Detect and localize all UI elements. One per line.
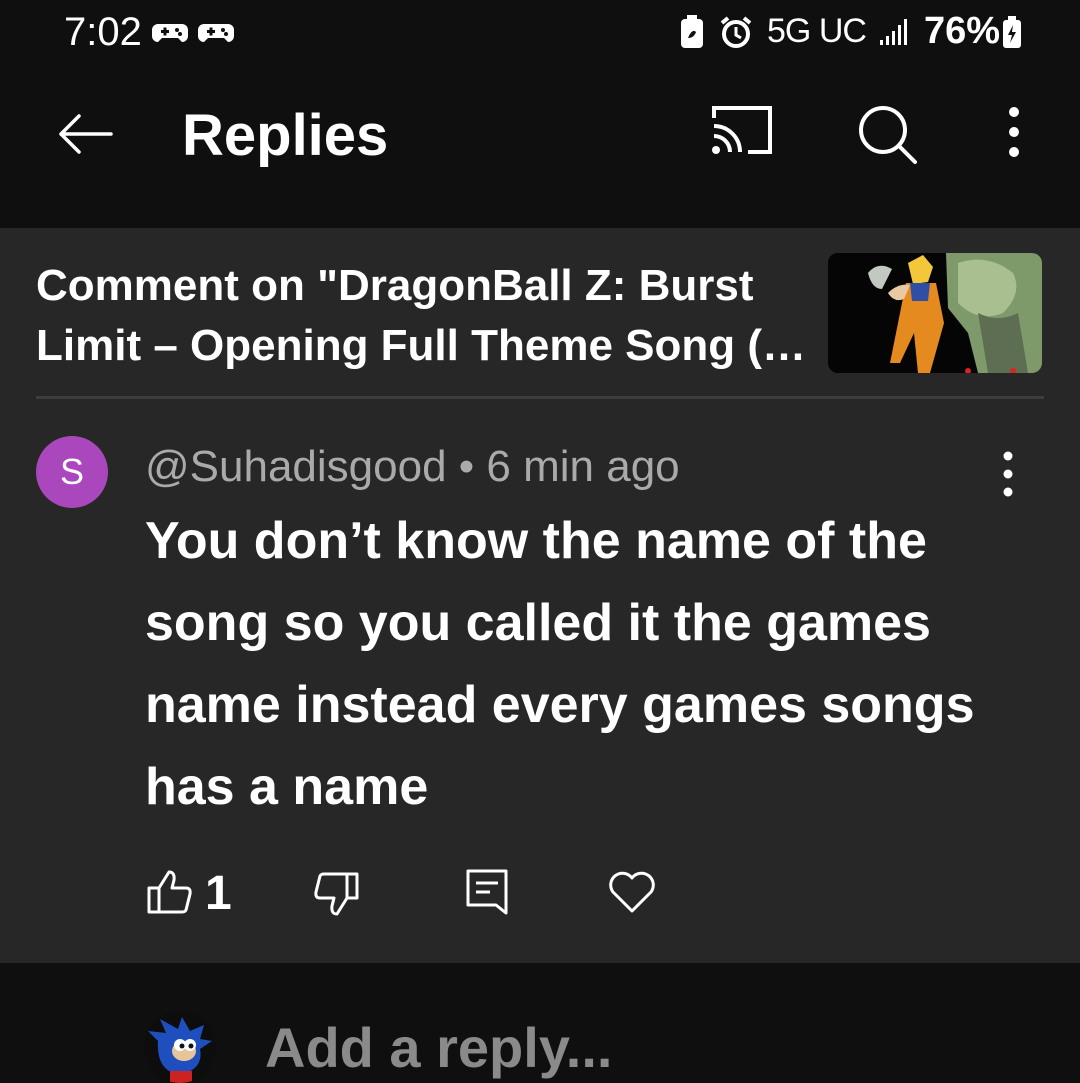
game-controller-icon <box>198 18 234 48</box>
comment-icon <box>465 868 509 916</box>
divider <box>36 396 1044 399</box>
add-reply-input[interactable]: Add a reply... <box>265 1015 612 1080</box>
more-options-button[interactable] <box>994 102 1034 166</box>
status-bar: 7:02 5G UC 76% <box>0 0 1080 64</box>
comment-text: You don’t know the name of the song so y… <box>145 512 975 816</box>
back-arrow-icon <box>57 112 113 156</box>
dislike-button[interactable] <box>313 870 361 918</box>
notification-icons <box>152 18 234 48</box>
search-icon <box>855 102 919 166</box>
comment-actions: 1 <box>145 858 745 928</box>
page-title: Replies <box>182 103 389 168</box>
thumbs-up-icon <box>145 868 193 916</box>
battery-saver-icon <box>679 14 705 50</box>
video-title-line: Comment on "DragonBall Z: Burst <box>36 261 754 310</box>
cast-icon <box>708 104 778 156</box>
heart-icon <box>607 866 657 916</box>
status-time: 7:02 <box>64 10 142 54</box>
reply-bar: Add a reply... <box>0 963 1080 1083</box>
signal-icon <box>879 18 910 46</box>
cast-button[interactable] <box>708 104 778 164</box>
commenter-avatar[interactable]: S <box>36 436 108 508</box>
battery-icon <box>1002 15 1022 49</box>
heart-button[interactable] <box>607 866 657 916</box>
battery-percent: 76% <box>923 10 1000 52</box>
video-title-line: Limit – Opening Full Theme Song (… <box>36 321 806 370</box>
more-vert-icon <box>994 102 1034 166</box>
comment-more-button[interactable] <box>990 444 1026 504</box>
back-button[interactable] <box>55 104 115 164</box>
like-count: 1 <box>205 867 232 920</box>
video-thumbnail[interactable] <box>828 253 1042 373</box>
network-type: 5G UC <box>767 12 867 50</box>
replies-panel: Comment on "DragonBall Z: Burst Limit – … <box>0 228 1080 963</box>
search-button[interactable] <box>855 102 919 166</box>
more-vert-icon <box>990 444 1026 504</box>
game-controller-icon <box>152 18 188 48</box>
like-button[interactable] <box>145 868 193 916</box>
user-avatar[interactable] <box>144 1011 216 1083</box>
comment-author-meta[interactable]: @Suhadisgood • 6 min ago <box>145 442 680 492</box>
reply-button[interactable] <box>465 868 509 916</box>
app-bar: Replies <box>0 64 1080 228</box>
alarm-icon <box>719 15 753 49</box>
avatar-letter: S <box>59 451 84 492</box>
video-title-link[interactable]: Comment on "DragonBall Z: Burst Limit – … <box>36 256 816 376</box>
status-right: 5G UC 76% <box>679 10 1022 53</box>
thumbs-down-icon <box>313 870 361 918</box>
